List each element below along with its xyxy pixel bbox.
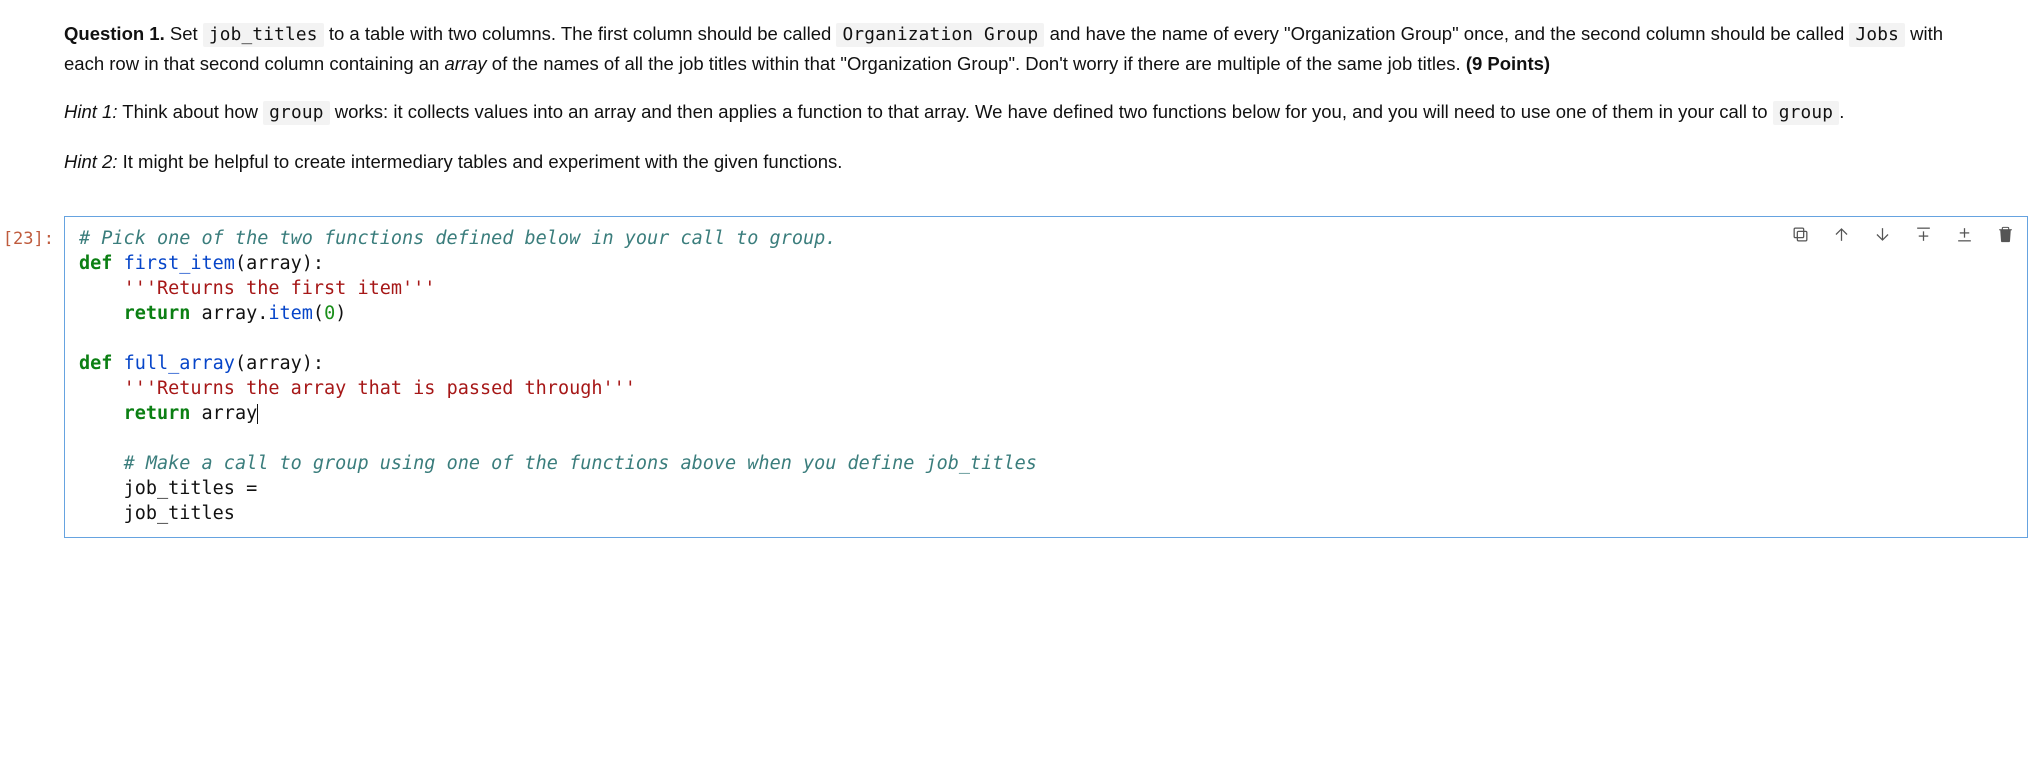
inline-code-jobs: Jobs bbox=[1849, 23, 1905, 47]
notebook: Question 1. Set job_titles to a table wi… bbox=[0, 0, 2038, 542]
arrow-up-icon bbox=[1832, 225, 1851, 244]
inline-code-org-group: Organization Group bbox=[836, 23, 1044, 47]
markdown-cell: Question 1. Set job_titles to a table wi… bbox=[0, 0, 2038, 216]
hint1-paragraph: Hint 1: Think about how group works: it … bbox=[64, 98, 1958, 128]
trash-icon bbox=[1996, 225, 2015, 244]
inline-code-job-titles: job_titles bbox=[203, 23, 324, 47]
code-editor[interactable]: # Pick one of the two functions defined … bbox=[64, 216, 2028, 538]
arrow-down-icon bbox=[1873, 225, 1892, 244]
inline-code-group-2: group bbox=[1773, 101, 1839, 125]
question-points: (9 Points) bbox=[1466, 53, 1550, 74]
hint1-label: Hint 1: bbox=[64, 101, 117, 122]
emphasis-array: array bbox=[445, 53, 487, 74]
hint2-label: Hint 2: bbox=[64, 151, 117, 172]
insert-below-icon bbox=[1955, 225, 1974, 244]
duplicate-button[interactable] bbox=[1789, 223, 1812, 246]
code-cell[interactable]: [23]: bbox=[0, 216, 2038, 542]
cell-prompt: [23]: bbox=[0, 216, 64, 538]
hint2-paragraph: Hint 2: It might be helpful to create in… bbox=[64, 148, 1958, 177]
delete-button[interactable] bbox=[1994, 223, 2017, 246]
duplicate-icon bbox=[1791, 225, 1810, 244]
code-content[interactable]: # Pick one of the two functions defined … bbox=[79, 227, 2013, 527]
insert-above-icon bbox=[1914, 225, 1933, 244]
move-down-button[interactable] bbox=[1871, 223, 1894, 246]
question-label: Question 1. bbox=[64, 23, 165, 44]
insert-below-button[interactable] bbox=[1953, 223, 1976, 246]
insert-above-button[interactable] bbox=[1912, 223, 1935, 246]
move-up-button[interactable] bbox=[1830, 223, 1853, 246]
question-paragraph: Question 1. Set job_titles to a table wi… bbox=[64, 20, 1958, 78]
text-cursor bbox=[257, 404, 258, 424]
cell-toolbar bbox=[1789, 223, 2017, 246]
inline-code-group-1: group bbox=[263, 101, 329, 125]
